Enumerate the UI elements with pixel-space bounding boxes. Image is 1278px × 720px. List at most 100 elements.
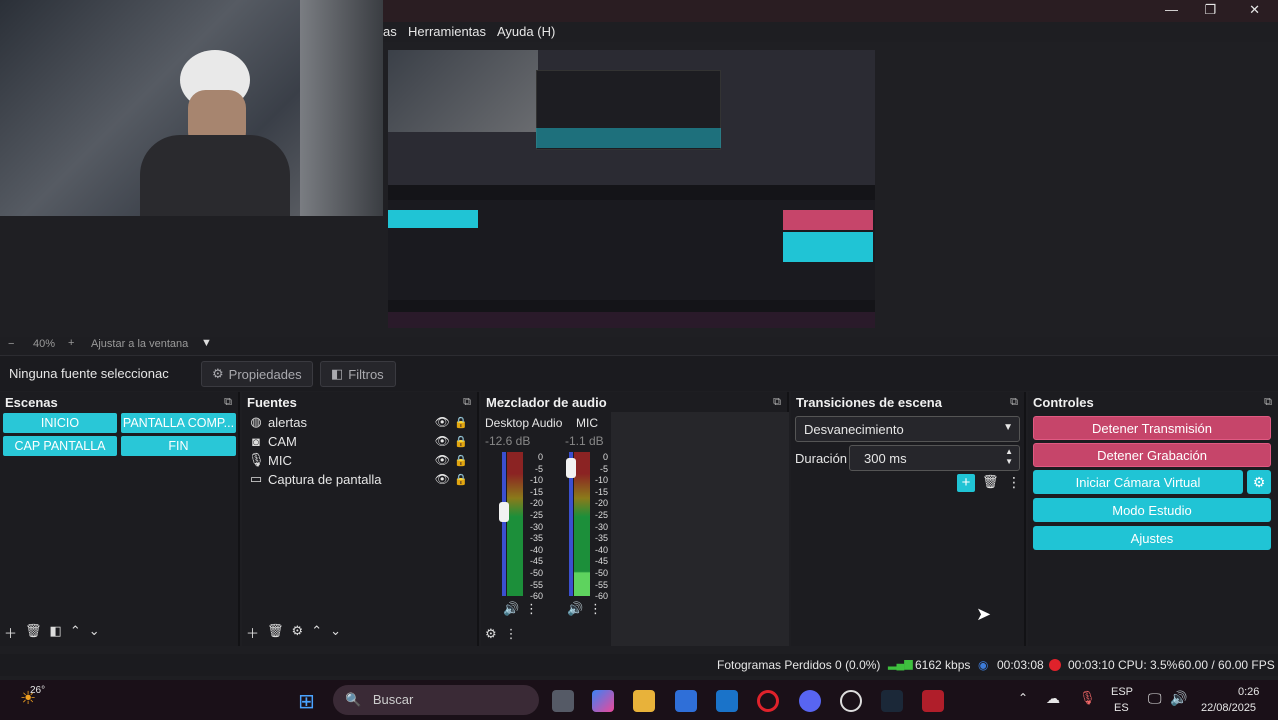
scene-pantalla-completa[interactable]: PANTALLA COMP...: [121, 413, 236, 433]
meter-tick: -55: [594, 579, 608, 590]
trash-icon[interactable]: 🗑: [25, 623, 42, 642]
transitions-title: Transiciones de escena: [796, 395, 942, 410]
meter-tick: -25: [594, 509, 608, 520]
duration-value: 300 ms: [864, 451, 907, 466]
dock-menu-icon[interactable]: ⧉: [224, 396, 232, 409]
cursor-icon: ➤: [976, 604, 992, 624]
filter-icon[interactable]: ◧: [50, 623, 62, 642]
chevron-up-icon[interactable]: ⌃: [1018, 691, 1028, 705]
audio-meter: [566, 452, 590, 596]
language-top[interactable]: ESP: [1111, 686, 1133, 698]
duration-input[interactable]: 300 ms ▲ ▼: [849, 445, 1020, 471]
add-transition-button[interactable]: +: [957, 474, 975, 492]
windows-start-icon[interactable]: ⊞: [298, 689, 315, 714]
opera-icon[interactable]: [757, 690, 779, 712]
clock-date[interactable]: 22/08/2025: [1201, 702, 1256, 714]
dock-menu-icon[interactable]: ⧉: [773, 396, 781, 409]
minimize-button[interactable]: —: [1165, 2, 1178, 17]
menu-item-ayuda[interactable]: Ayuda (H): [497, 24, 555, 39]
close-button[interactable]: ✕: [1249, 2, 1260, 18]
scenes-toolbar: ＋ 🗑 ◧ ⌃ ⌄: [4, 623, 100, 642]
zoom-out-button[interactable]: −: [8, 338, 14, 350]
more-vertical-icon[interactable]: ⋮: [525, 601, 538, 617]
properties-button[interactable]: ⚙ Propiedades: [201, 361, 313, 387]
lock-icon[interactable]: 🔒: [454, 473, 468, 486]
eye-icon[interactable]: 👁: [435, 453, 450, 467]
outlook-icon[interactable]: [716, 690, 738, 712]
source-item[interactable]: ◙ CAM 👁 🔒: [248, 432, 476, 450]
source-item[interactable]: 🎙 MIC 👁 🔒: [248, 451, 476, 469]
steam-icon[interactable]: [881, 690, 903, 712]
lock-icon[interactable]: 🔒: [454, 416, 468, 429]
stepper-icon[interactable]: ▲ ▼: [1005, 447, 1013, 467]
microphone-icon[interactable]: 🎙: [1079, 690, 1096, 706]
copilot-icon[interactable]: [592, 690, 614, 712]
stop-record-button[interactable]: Detener Grabación: [1033, 443, 1271, 467]
more-vertical-icon[interactable]: ⋮: [1007, 474, 1021, 491]
zoom-in-button[interactable]: +: [68, 337, 74, 349]
eye-icon[interactable]: 👁: [435, 472, 450, 486]
filters-label: Filtros: [348, 366, 384, 382]
settings-button[interactable]: Ajustes: [1033, 526, 1271, 550]
volume-slider[interactable]: [499, 502, 509, 522]
lock-icon[interactable]: 🔒: [454, 454, 468, 467]
scene-fin[interactable]: FIN: [121, 436, 236, 456]
chevron-down-icon[interactable]: ⌄: [330, 623, 341, 642]
globe-icon: ◍: [250, 414, 262, 429]
menu-item-herramientas[interactable]: Herramientas: [408, 24, 486, 39]
language-bottom[interactable]: ES: [1114, 702, 1129, 714]
folder-icon[interactable]: [633, 690, 655, 712]
stop-stream-button[interactable]: Detener Transmisión: [1033, 416, 1271, 440]
gear-icon[interactable]: ⚙: [1247, 470, 1271, 494]
add-icon[interactable]: ＋: [4, 623, 17, 642]
dock-menu-icon[interactable]: ⧉: [1010, 396, 1018, 409]
filters-button[interactable]: ◧ Filtros: [320, 361, 396, 387]
add-icon[interactable]: ＋: [246, 623, 259, 642]
chevron-down-icon[interactable]: ⌄: [89, 623, 100, 642]
studio-mode-button[interactable]: Modo Estudio: [1033, 498, 1271, 522]
meter-scale: 0 -5 -10 -15 -20 -25 -30 -35 -40 -45 -50 -55 -60: [523, 452, 543, 603]
clock-time[interactable]: 0:26: [1238, 686, 1259, 698]
mixer-toolbar: ⚙ ⋮: [485, 626, 518, 642]
app-icon[interactable]: [922, 690, 944, 712]
more-vertical-icon[interactable]: ⋮: [589, 601, 602, 617]
source-item[interactable]: ▭ Captura de pantalla 👁 🔒: [248, 470, 476, 488]
trash-icon[interactable]: 🗑: [982, 474, 999, 490]
trash-icon[interactable]: 🗑: [267, 623, 284, 642]
webcam-overlay: [0, 0, 383, 216]
scene-cap-pantalla[interactable]: CAP PANTALLA: [3, 436, 117, 456]
chevron-down-icon[interactable]: ▼: [201, 337, 212, 349]
eye-icon[interactable]: 👁: [435, 434, 450, 448]
chevron-up-icon[interactable]: ⌃: [311, 623, 322, 642]
scene-inicio[interactable]: INICIO: [3, 413, 117, 433]
meter-tick: 0: [602, 452, 608, 462]
scenes-title: Escenas: [5, 395, 58, 410]
speaker-icon[interactable]: 🔊: [503, 601, 519, 617]
search-icon: 🔍: [345, 692, 362, 707]
network-icon[interactable]: 🖵: [1148, 690, 1162, 707]
eye-icon[interactable]: 👁: [435, 415, 450, 429]
taskview-icon[interactable]: [552, 690, 574, 712]
gear-icon[interactable]: ⚙: [292, 623, 304, 642]
more-vertical-icon[interactable]: ⋮: [505, 626, 518, 642]
obs-icon[interactable]: [840, 690, 862, 712]
volume-icon[interactable]: 🔊: [1170, 690, 1187, 707]
restore-button[interactable]: ❐: [1204, 2, 1216, 18]
lock-icon[interactable]: 🔒: [454, 435, 468, 448]
taskbar-search[interactable]: 🔍 Buscar: [333, 685, 539, 715]
volume-slider[interactable]: [566, 458, 576, 478]
gear-icon[interactable]: ⚙: [485, 626, 497, 642]
mixer-title: Mezclador de audio: [486, 395, 607, 410]
discord-icon[interactable]: [799, 690, 821, 712]
speaker-icon[interactable]: 🔊: [567, 601, 583, 617]
chevron-up-icon[interactable]: ⌃: [70, 623, 81, 642]
transition-select[interactable]: Desvanecimiento ▼: [795, 416, 1020, 442]
menu-item-partial[interactable]: as: [383, 24, 397, 39]
cloud-icon[interactable]: ☁: [1046, 690, 1060, 707]
dock-menu-icon[interactable]: ⧉: [463, 396, 471, 409]
virtual-camera-button[interactable]: Iniciar Cámara Virtual: [1033, 470, 1243, 494]
fit-window-option[interactable]: Ajustar a la ventana: [91, 338, 188, 350]
source-item[interactable]: ◍ alertas 👁 🔒: [248, 413, 476, 431]
store-icon[interactable]: [675, 690, 697, 712]
dock-menu-icon[interactable]: ⧉: [1264, 396, 1272, 409]
